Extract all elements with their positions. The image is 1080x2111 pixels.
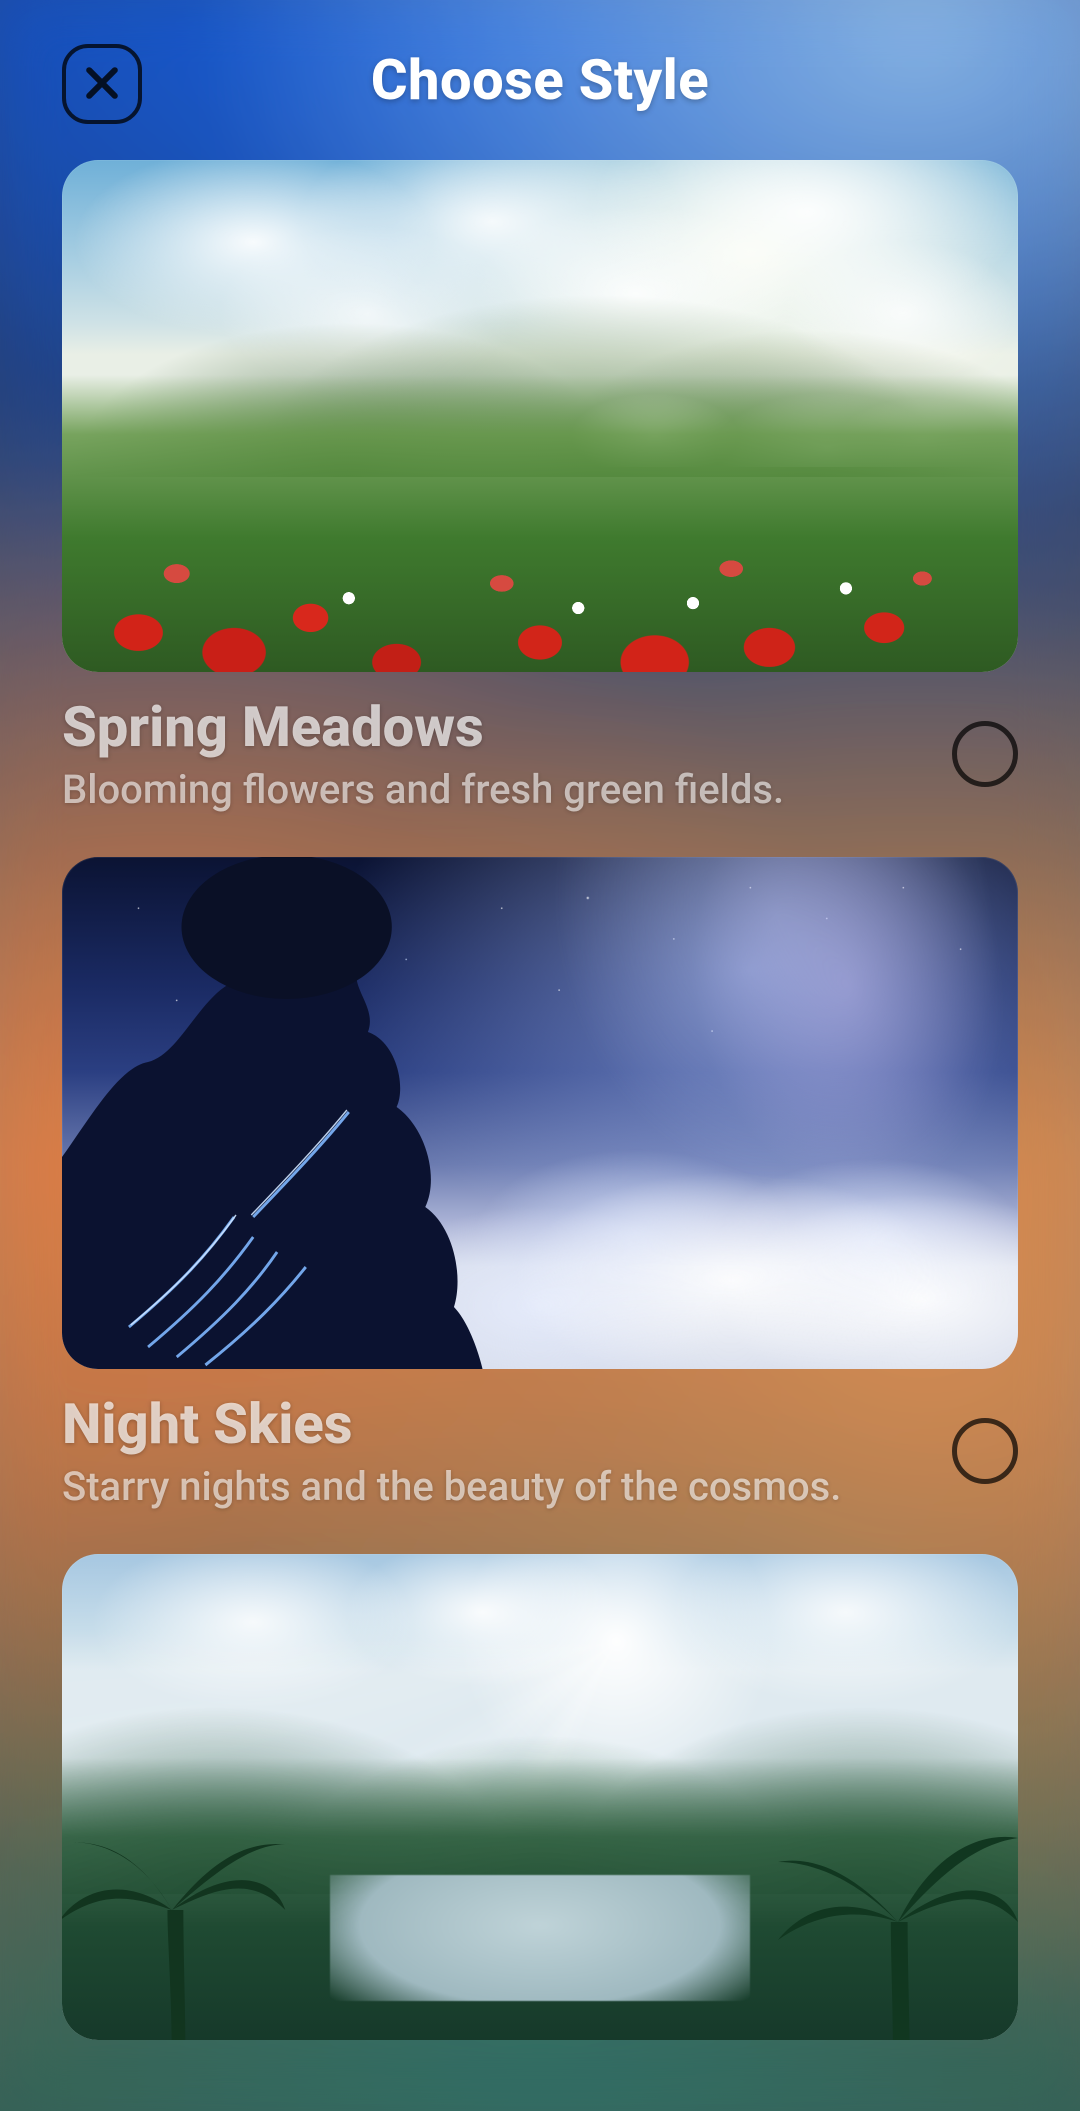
style-row: Night Skies Starry nights and the beauty… <box>62 1391 1018 1510</box>
screen: Choose Style Spring Meadows Blooming flo… <box>0 0 1080 2111</box>
close-icon <box>80 61 124 108</box>
style-card-spring-meadows[interactable]: Spring Meadows Blooming flowers and fres… <box>62 160 1018 813</box>
thumb-lake <box>330 1875 751 2001</box>
header: Choose Style <box>62 0 1018 160</box>
style-radio-night-skies[interactable] <box>952 1418 1018 1484</box>
thumb-rocks <box>62 857 588 1369</box>
style-thumb-tropical-valley[interactable] <box>62 1554 1018 2040</box>
page-title: Choose Style <box>371 47 709 113</box>
style-list[interactable]: Spring Meadows Blooming flowers and fres… <box>62 160 1018 2040</box>
style-thumb-spring-meadows[interactable] <box>62 160 1018 672</box>
style-description: Blooming flowers and fresh green fields. <box>62 766 784 813</box>
style-text: Spring Meadows Blooming flowers and fres… <box>62 694 784 813</box>
style-row: Spring Meadows Blooming flowers and fres… <box>62 694 1018 813</box>
content: Choose Style Spring Meadows Blooming flo… <box>0 0 1080 2111</box>
style-radio-spring-meadows[interactable] <box>952 721 1018 787</box>
thumb-flowers <box>62 426 1018 672</box>
style-title: Spring Meadows <box>62 694 784 760</box>
close-button[interactable] <box>62 44 142 124</box>
style-card-night-skies[interactable]: Night Skies Starry nights and the beauty… <box>62 857 1018 1510</box>
style-description: Starry nights and the beauty of the cosm… <box>62 1463 841 1510</box>
style-title: Night Skies <box>62 1391 841 1457</box>
style-thumb-night-skies[interactable] <box>62 857 1018 1369</box>
style-card-tropical-valley[interactable] <box>62 1554 1018 2040</box>
style-text: Night Skies Starry nights and the beauty… <box>62 1391 841 1510</box>
